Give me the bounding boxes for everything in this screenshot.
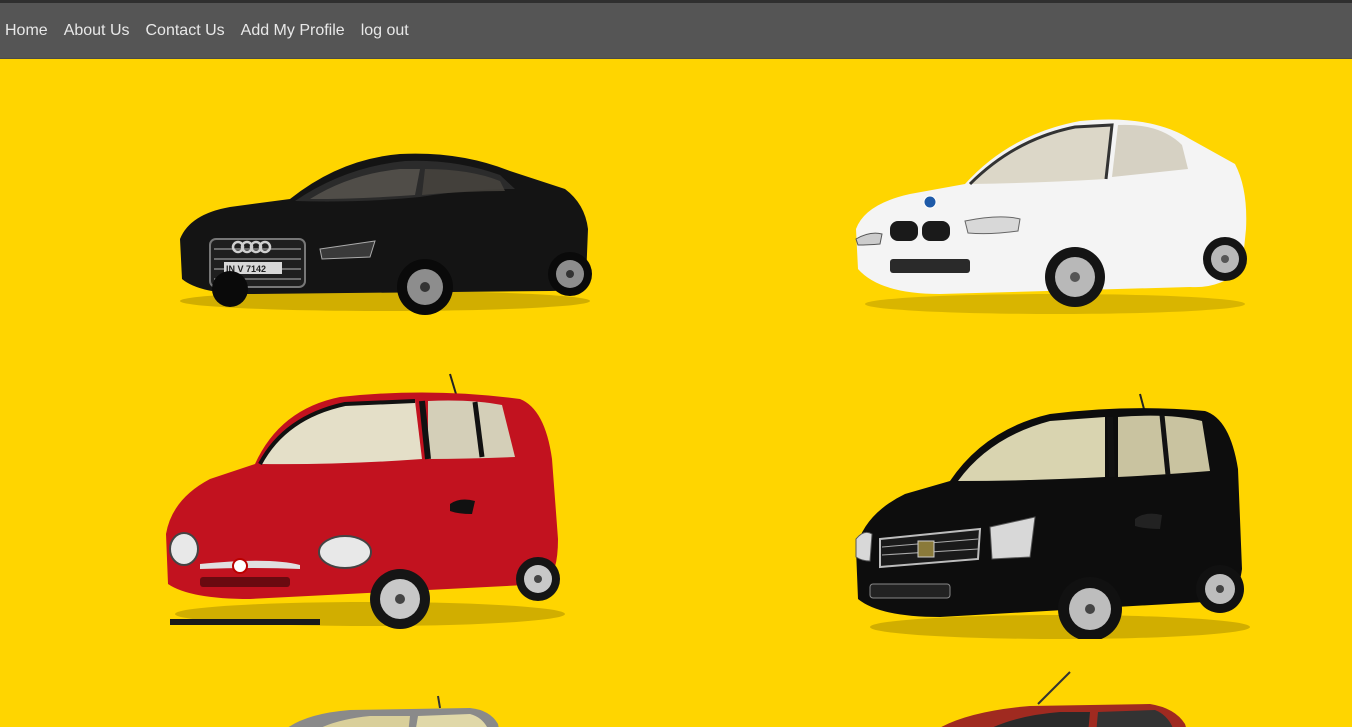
- car-gallery: IN V 7142: [0, 59, 1352, 727]
- car-image-red-partial[interactable]: [920, 664, 1200, 727]
- car-image-red-hatchback[interactable]: [160, 369, 570, 629]
- top-navigation-bar: Home About Us Contact Us Add My Profile …: [0, 3, 1352, 59]
- nav-link-add-my-profile[interactable]: Add My Profile: [241, 22, 345, 40]
- car-image-silver-partial[interactable]: [270, 694, 510, 727]
- car-image-black-suv[interactable]: [850, 389, 1250, 639]
- car-image-black-sedan[interactable]: IN V 7142: [170, 119, 600, 319]
- nav-link-home[interactable]: Home: [5, 22, 48, 40]
- car-image-white-coupe[interactable]: [850, 109, 1250, 319]
- nav-link-contact-us[interactable]: Contact Us: [146, 22, 225, 40]
- nav-link-log-out[interactable]: log out: [361, 22, 409, 40]
- nav-link-about-us[interactable]: About Us: [64, 22, 130, 40]
